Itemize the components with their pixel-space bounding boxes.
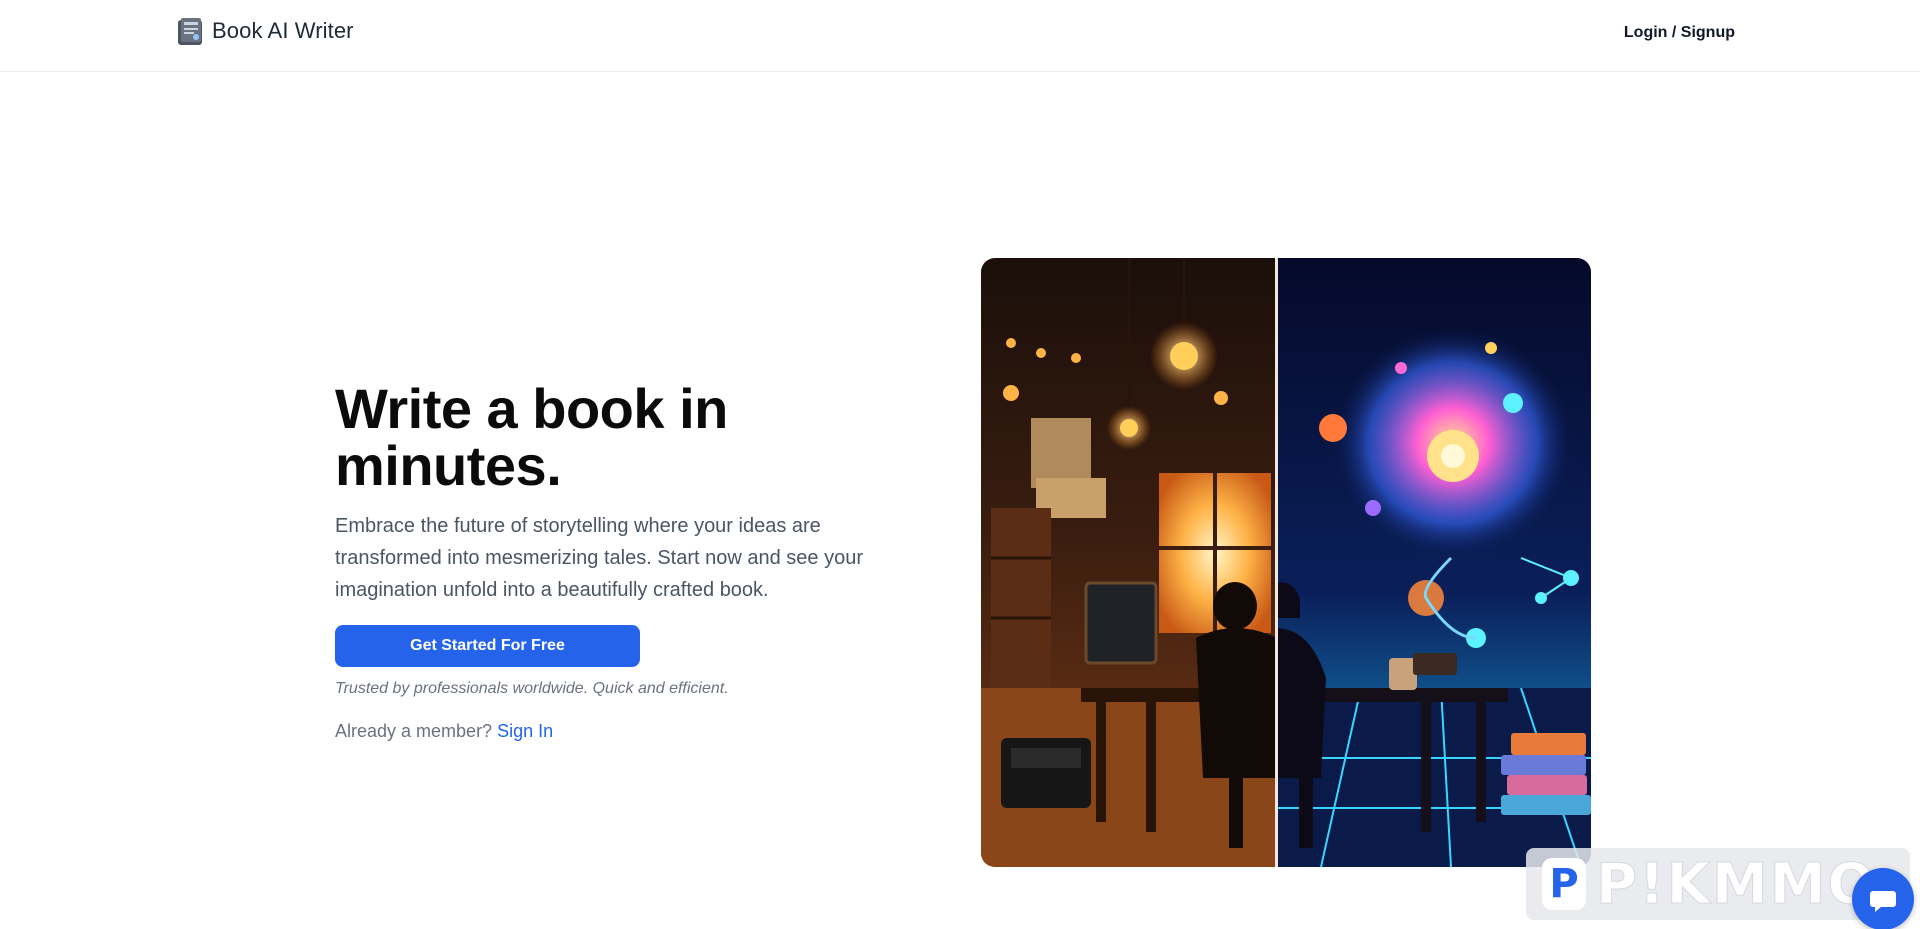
writer-split-illustration: [981, 258, 1591, 867]
hero-subtext: Embrace the future of storytelling where…: [335, 515, 864, 601]
hero-illustration: [981, 258, 1591, 867]
watermark-text: P!KMMO: [1595, 851, 1878, 917]
top-navbar: Book AI Writer Login / Signup: [0, 0, 1920, 72]
watermark-overlay: P P!KMMO: [1526, 848, 1910, 920]
sign-in-link[interactable]: Sign In: [497, 721, 553, 741]
member-line: Already a member? Sign In: [335, 721, 915, 742]
book-logo-icon: [178, 18, 202, 45]
login-signup-link[interactable]: Login / Signup: [1624, 24, 1735, 42]
trust-text: Trusted by professionals worldwide. Quic…: [335, 680, 729, 697]
member-prompt: Already a member?: [335, 721, 493, 741]
get-started-button[interactable]: Get Started For Free: [335, 625, 640, 667]
brand-name: Book AI Writer: [212, 18, 354, 43]
brand-link[interactable]: Book AI Writer: [176, 15, 354, 47]
hero-content: Write a book in minutes. Embrace the fut…: [335, 380, 915, 742]
hero-headline: Write a book in minutes.: [335, 377, 728, 497]
chat-icon: [1870, 891, 1896, 912]
watermark-logo-icon: P: [1542, 858, 1586, 910]
chat-widget-button[interactable]: [1852, 868, 1914, 929]
